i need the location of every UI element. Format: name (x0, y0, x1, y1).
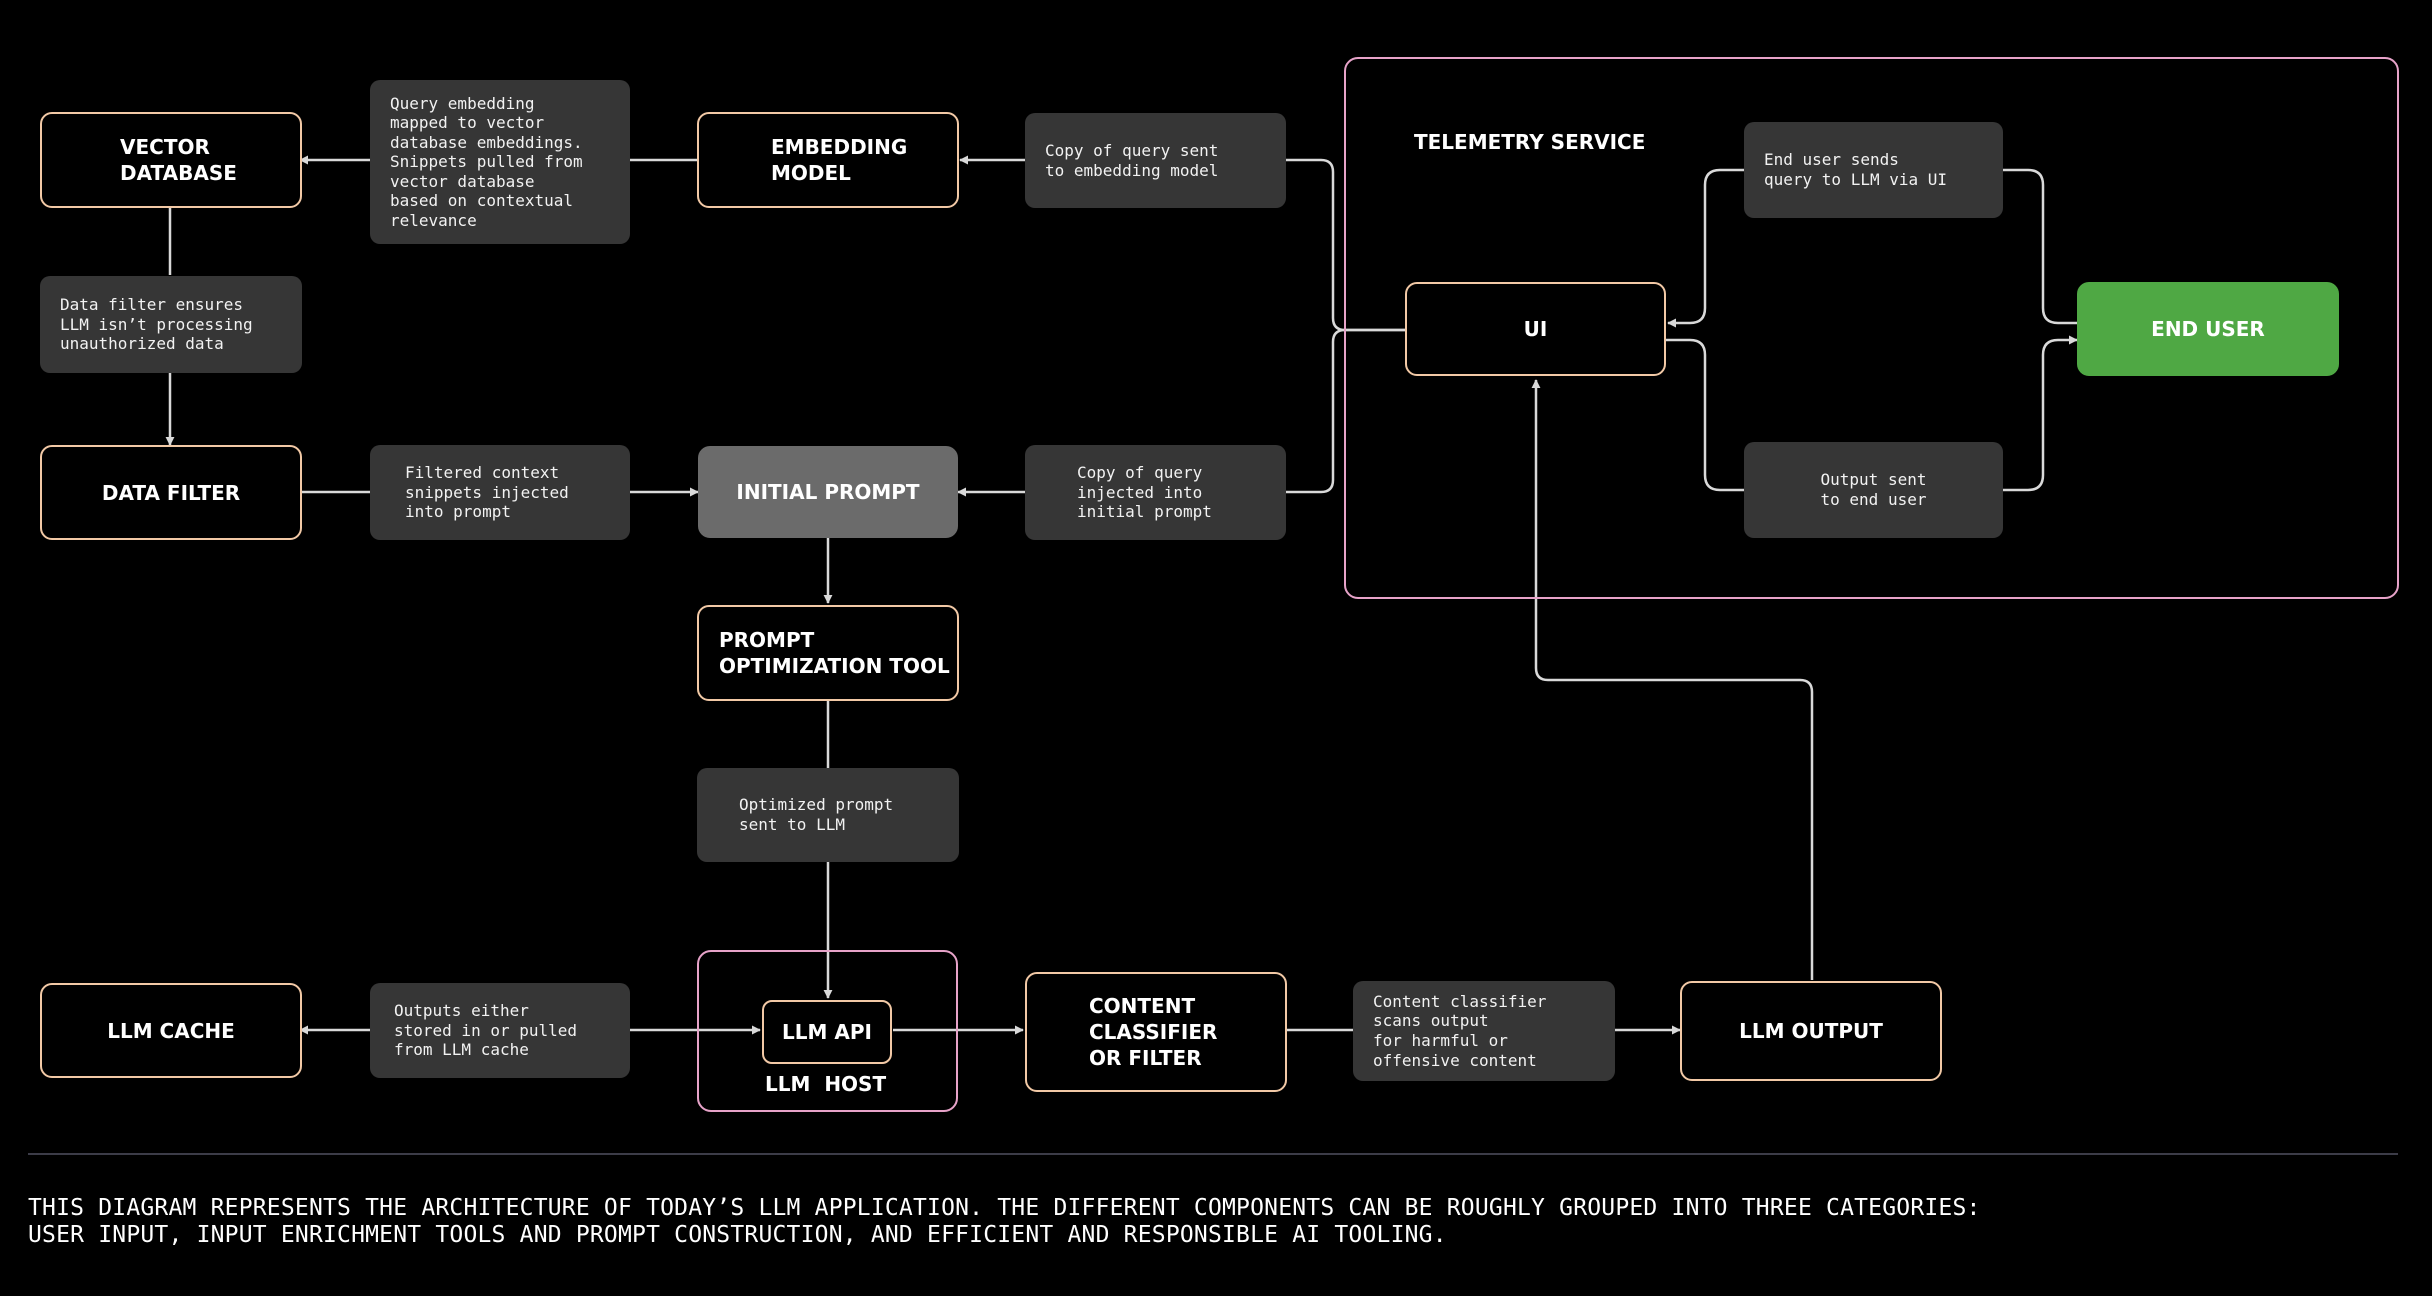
content-classifier-node: CONTENT CLASSIFIER OR FILTER (1025, 972, 1287, 1092)
query-embedding-label: Query embedding mapped to vector databas… (370, 80, 630, 244)
llm-cache-node: LLM CACHE (40, 983, 302, 1078)
llm-api-node: LLM API (762, 1000, 892, 1064)
vector-database-node: VECTOR DATABASE (40, 112, 302, 208)
architecture-diagram: TELEMETRY SERVICE LLM HOST VECTOR DATABA… (0, 0, 2432, 1296)
copy-to-prompt-label: Copy of query injected into initial prom… (1025, 445, 1286, 540)
optimized-prompt-label: Optimized prompt sent to LLM (697, 768, 959, 862)
caption-line-2: USER INPUT, INPUT ENRICHMENT TOOLS AND P… (28, 1222, 1447, 1248)
end-user-node: END USER (2077, 282, 2339, 376)
copy-to-embedding-label: Copy of query sent to embedding model (1025, 113, 1286, 208)
ui-node: UI (1405, 282, 1666, 376)
end-user-sends-label: End user sends query to LLM via UI (1744, 122, 2003, 218)
data-filter-note-label: Data filter ensures LLM isn’t processing… (40, 276, 302, 373)
output-sent-label: Output sent to end user (1744, 442, 2003, 538)
llm-host-title: LLM HOST (765, 1072, 887, 1096)
footer-divider (28, 1153, 2398, 1155)
data-filter-node: DATA FILTER (40, 445, 302, 540)
initial-prompt-node: INITIAL PROMPT (698, 446, 958, 538)
caption-line-1: THIS DIAGRAM REPRESENTS THE ARCHITECTURE… (28, 1195, 1981, 1221)
prompt-optimization-tool-node: PROMPT OPTIMIZATION TOOL (697, 605, 959, 701)
cache-note-label: Outputs either stored in or pulled from … (370, 983, 630, 1078)
embedding-model-node: EMBEDDING MODEL (697, 112, 959, 208)
filtered-context-label: Filtered context snippets injected into … (370, 445, 630, 540)
classifier-note-label: Content classifier scans output for harm… (1353, 981, 1615, 1081)
telemetry-service-title: TELEMETRY SERVICE (1414, 130, 1646, 154)
llm-output-node: LLM OUTPUT (1680, 981, 1942, 1081)
